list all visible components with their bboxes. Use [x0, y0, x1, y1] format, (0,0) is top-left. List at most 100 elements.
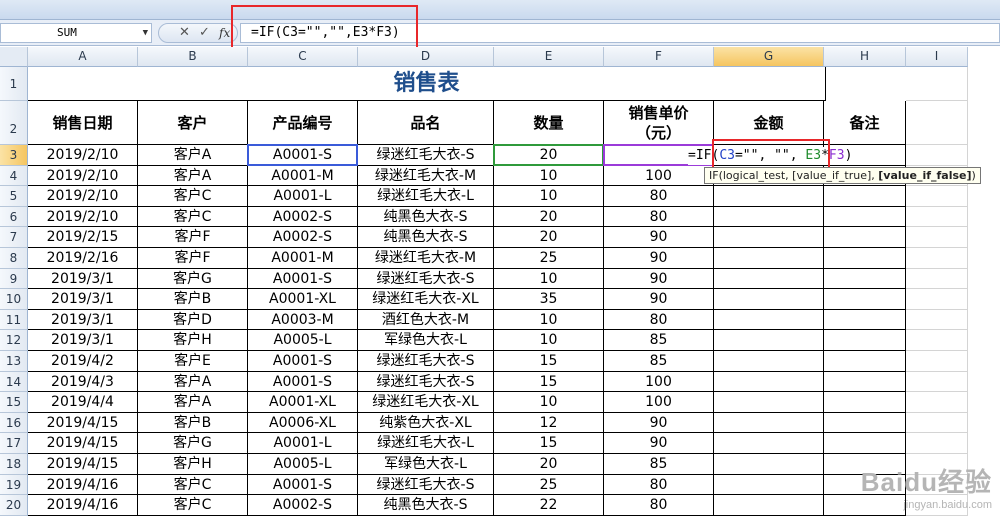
- table-cell[interactable]: A0001-S: [248, 145, 358, 166]
- table-cell[interactable]: 85: [604, 454, 714, 475]
- amount-cell[interactable]: [714, 433, 824, 454]
- row-header-1[interactable]: 1: [0, 67, 28, 101]
- table-cell[interactable]: 10: [494, 268, 604, 290]
- amount-cell[interactable]: [714, 474, 824, 496]
- table-cell[interactable]: 100: [604, 165, 714, 187]
- table-cell[interactable]: 绿迷红毛大衣-XL: [358, 392, 494, 413]
- cell-i5[interactable]: [906, 186, 968, 207]
- table-cell[interactable]: 12: [494, 412, 604, 434]
- chevron-down-icon[interactable]: ▼: [143, 24, 148, 42]
- enter-icon[interactable]: ✓: [199, 25, 210, 41]
- row-header-12[interactable]: 12: [0, 330, 28, 351]
- table-cell[interactable]: 客户C: [138, 186, 248, 207]
- row-header-14[interactable]: 14: [0, 371, 28, 393]
- table-cell[interactable]: 客户A: [138, 371, 248, 393]
- cell-i7[interactable]: [906, 227, 968, 248]
- table-cell[interactable]: 绿迷红毛大衣-XL: [358, 289, 494, 310]
- table-cell[interactable]: 绿迷红毛大衣-S: [358, 474, 494, 496]
- header-product-code[interactable]: 产品编号: [248, 101, 358, 145]
- table-cell[interactable]: 2019/2/10: [28, 145, 138, 166]
- row-header-17[interactable]: 17: [0, 433, 28, 454]
- cell-i12[interactable]: [906, 330, 968, 351]
- row-header-10[interactable]: 10: [0, 289, 28, 310]
- table-cell[interactable]: 90: [604, 412, 714, 434]
- table-cell[interactable]: 酒红色大衣-M: [358, 309, 494, 331]
- table-cell[interactable]: 10: [494, 392, 604, 413]
- cell-i14[interactable]: [906, 371, 968, 393]
- table-cell[interactable]: 90: [604, 433, 714, 454]
- note-cell[interactable]: [824, 268, 906, 290]
- table-cell[interactable]: 20: [494, 206, 604, 228]
- table-cell[interactable]: 纯黑色大衣-S: [358, 227, 494, 248]
- table-cell[interactable]: 客户A: [138, 145, 248, 166]
- column-header-h[interactable]: H: [824, 47, 906, 67]
- table-cell[interactable]: 客户G: [138, 268, 248, 290]
- amount-cell[interactable]: [714, 186, 824, 207]
- insert-function-icon[interactable]: fx: [219, 25, 230, 41]
- table-cell[interactable]: A0001-M: [248, 248, 358, 269]
- table-cell[interactable]: 2019/4/15: [28, 454, 138, 475]
- table-cell[interactable]: A0002-S: [248, 227, 358, 248]
- column-header-b[interactable]: B: [138, 47, 248, 67]
- table-cell[interactable]: 2019/4/15: [28, 412, 138, 434]
- cell-i17[interactable]: [906, 433, 968, 454]
- table-cell[interactable]: 90: [604, 289, 714, 310]
- note-cell[interactable]: [824, 248, 906, 269]
- table-cell[interactable]: 2019/4/3: [28, 371, 138, 393]
- table-cell[interactable]: 85: [604, 330, 714, 351]
- table-cell[interactable]: 客户E: [138, 351, 248, 372]
- table-cell[interactable]: 25: [494, 474, 604, 496]
- table-cell[interactable]: A0002-S: [248, 495, 358, 516]
- table-cell[interactable]: A0001-S: [248, 268, 358, 290]
- table-cell[interactable]: 2019/4/16: [28, 474, 138, 496]
- note-cell[interactable]: [824, 206, 906, 228]
- row-header-2[interactable]: 2: [0, 101, 28, 145]
- cell-i11[interactable]: [906, 309, 968, 331]
- header-note[interactable]: 备注: [824, 101, 906, 145]
- table-cell[interactable]: 绿迷红毛大衣-S: [358, 371, 494, 393]
- table-cell[interactable]: A0001-S: [248, 371, 358, 393]
- table-cell[interactable]: A0006-XL: [248, 412, 358, 434]
- note-cell[interactable]: [824, 289, 906, 310]
- header-customer[interactable]: 客户: [138, 101, 248, 145]
- row-header-15[interactable]: 15: [0, 392, 28, 413]
- table-cell[interactable]: 客户C: [138, 474, 248, 496]
- table-cell[interactable]: 绿迷红毛大衣-S: [358, 351, 494, 372]
- table-cell[interactable]: 80: [604, 309, 714, 331]
- amount-cell[interactable]: [714, 330, 824, 351]
- table-cell[interactable]: 客户B: [138, 412, 248, 434]
- row-header-18[interactable]: 18: [0, 454, 28, 475]
- table-cell[interactable]: 绿迷红毛大衣-S: [358, 145, 494, 166]
- column-header-i[interactable]: I: [906, 47, 968, 67]
- amount-cell[interactable]: [714, 412, 824, 434]
- table-cell[interactable]: 15: [494, 371, 604, 393]
- table-cell[interactable]: 20: [494, 454, 604, 475]
- column-header-e[interactable]: E: [494, 47, 604, 67]
- table-cell[interactable]: 绿迷红毛大衣-L: [358, 433, 494, 454]
- note-cell[interactable]: [824, 433, 906, 454]
- table-cell[interactable]: 绿迷红毛大衣-M: [358, 248, 494, 269]
- note-cell[interactable]: [824, 392, 906, 413]
- table-cell[interactable]: 客户F: [138, 248, 248, 269]
- row-header-19[interactable]: 19: [0, 474, 28, 496]
- table-cell[interactable]: 2019/3/1: [28, 268, 138, 290]
- column-header-f[interactable]: F: [604, 47, 714, 67]
- table-cell[interactable]: 纯黑色大衣-S: [358, 495, 494, 516]
- table-cell[interactable]: A0001-S: [248, 351, 358, 372]
- table-cell[interactable]: 军绿色大衣-L: [358, 454, 494, 475]
- table-cell[interactable]: A0003-M: [248, 309, 358, 331]
- note-cell[interactable]: [824, 412, 906, 434]
- table-cell[interactable]: 军绿色大衣-L: [358, 330, 494, 351]
- table-cell[interactable]: 80: [604, 206, 714, 228]
- amount-cell[interactable]: [714, 454, 824, 475]
- note-cell[interactable]: [824, 309, 906, 331]
- table-cell[interactable]: 35: [494, 289, 604, 310]
- header-date[interactable]: 销售日期: [28, 101, 138, 145]
- row-header-16[interactable]: 16: [0, 412, 28, 434]
- sheet-title[interactable]: 销售表: [28, 67, 826, 101]
- row-header-4[interactable]: 4: [0, 165, 28, 187]
- table-cell[interactable]: 15: [494, 433, 604, 454]
- table-cell[interactable]: 15: [494, 351, 604, 372]
- table-cell[interactable]: 2019/2/10: [28, 186, 138, 207]
- table-cell[interactable]: 2019/4/4: [28, 392, 138, 413]
